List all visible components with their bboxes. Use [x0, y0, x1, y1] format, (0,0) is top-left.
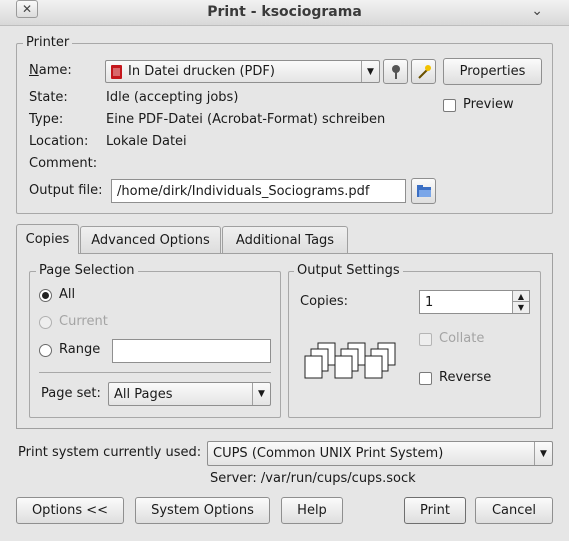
- print-system-label: Print system currently used:: [18, 445, 202, 460]
- radio-all-label: All: [59, 287, 76, 302]
- collate-pages-icon: [304, 342, 396, 379]
- title-bar: ✕ Print - ksociograma ⌄: [0, 0, 569, 26]
- chevron-down-icon: ▼: [534, 442, 552, 465]
- preview-label: Preview: [463, 97, 514, 112]
- page-selection-label: Page Selection: [36, 263, 138, 278]
- comment-label: Comment:: [29, 156, 98, 171]
- print-system-combo[interactable]: CUPS (Common UNIX Print System) ▼: [207, 441, 553, 466]
- window-title: Print - ksociograma: [207, 4, 362, 20]
- state-value: Idle (accepting jobs): [106, 90, 239, 105]
- printer-wizard-button[interactable]: [411, 59, 436, 84]
- collate-label: Collate: [439, 331, 485, 346]
- preview-checkbox[interactable]: [443, 99, 456, 112]
- printer-settings-button[interactable]: [383, 59, 408, 84]
- printer-name-combo[interactable]: In Datei drucken (PDF) ▼: [105, 60, 380, 83]
- tab-copies[interactable]: Copies: [16, 224, 79, 254]
- spin-up-icon[interactable]: ▲: [512, 291, 529, 302]
- options-toggle-button[interactable]: Options <<: [16, 497, 124, 524]
- wrench-icon: [391, 64, 400, 79]
- name-label: Name:: [29, 63, 72, 78]
- output-settings-label: Output Settings: [294, 263, 403, 278]
- location-value: Lokale Datei: [106, 134, 187, 149]
- print-button[interactable]: Print: [404, 497, 466, 524]
- magic-wand-icon: [417, 64, 431, 79]
- radio-current-label: Current: [59, 314, 108, 329]
- radio-all[interactable]: [39, 289, 52, 302]
- state-label: State:: [29, 90, 68, 105]
- chevron-down-icon: ▼: [252, 383, 270, 405]
- radio-range-label: Range: [59, 342, 101, 357]
- type-value: Eine PDF-Datei (Acrobat-Format) schreibe…: [106, 112, 386, 127]
- copies-label: Copies:: [300, 294, 349, 309]
- cancel-button[interactable]: Cancel: [475, 497, 553, 524]
- spin-down-icon[interactable]: ▼: [512, 302, 529, 313]
- tab-additional-tags[interactable]: Additional Tags: [222, 226, 348, 254]
- location-label: Location:: [29, 134, 89, 149]
- help-button[interactable]: Help: [281, 497, 343, 524]
- copies-spinbox[interactable]: 1 ▲ ▼: [419, 290, 530, 314]
- collate-checkbox[interactable]: [419, 333, 432, 346]
- reverse-checkbox[interactable]: [419, 372, 432, 385]
- folder-open-icon: [416, 185, 431, 197]
- chevron-down-icon: ▼: [361, 61, 379, 82]
- page-set-label: Page set:: [41, 386, 101, 401]
- page-set-combo[interactable]: All Pages ▼: [108, 382, 271, 406]
- radio-current[interactable]: [39, 316, 52, 329]
- window-menu-icon[interactable]: ⌄: [531, 3, 543, 19]
- printer-group-label: Printer: [23, 35, 73, 50]
- pdf-printer-icon: [111, 64, 122, 79]
- radio-range[interactable]: [39, 344, 52, 357]
- server-text: Server: /var/run/cups/cups.sock: [210, 471, 416, 486]
- type-label: Type:: [29, 112, 64, 127]
- output-file-label: Output file:: [29, 183, 103, 198]
- reverse-label: Reverse: [439, 370, 492, 385]
- browse-file-button[interactable]: [411, 178, 436, 204]
- divider: [39, 372, 271, 373]
- range-input[interactable]: [112, 339, 271, 363]
- output-file-input[interactable]: /home/dirk/Individuals_Sociograms.pdf: [111, 179, 406, 203]
- properties-button[interactable]: Properties: [443, 58, 542, 85]
- tab-advanced-options[interactable]: Advanced Options: [80, 226, 221, 254]
- system-options-button[interactable]: System Options: [135, 497, 270, 524]
